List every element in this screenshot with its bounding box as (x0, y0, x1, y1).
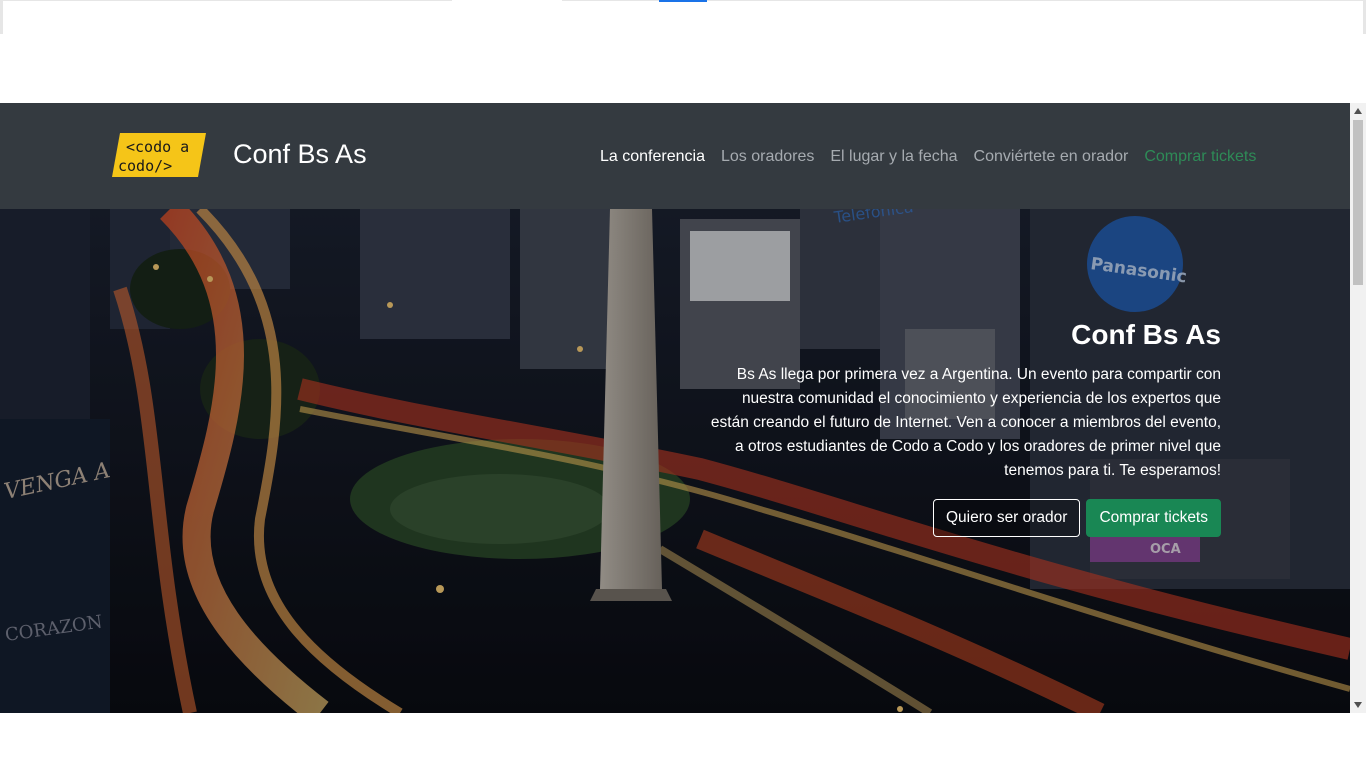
nav-link-la-conferencia[interactable]: La conferencia (592, 148, 713, 166)
brand-title[interactable]: Conf Bs As (233, 136, 367, 172)
nav-link-conviertete-en-orador[interactable]: Conviértete en orador (966, 148, 1137, 166)
hero-title: Conf Bs As (1071, 319, 1221, 350)
chevron-down-icon[interactable] (1350, 697, 1366, 713)
logo-text-bottom: codo/> (118, 157, 172, 175)
navbar: <codo a codo/> Conf Bs As La conferencia… (0, 103, 1350, 209)
nav-menu: La conferencia Los oradores El lugar y l… (592, 143, 1264, 171)
hero-section: VENGA A CORAZON Telefonica Panasonic OCA… (0, 209, 1350, 713)
page-viewport: <codo a codo/> Conf Bs As La conferencia… (0, 103, 1366, 713)
nav-link-comprar-tickets[interactable]: Comprar tickets (1136, 148, 1264, 166)
page-scrollbar[interactable] (1350, 103, 1366, 713)
window-edge-left (0, 0, 3, 34)
hero-description: Bs As llega por primera vez a Argentina.… (710, 366, 1221, 479)
speaker-button[interactable]: Quiero ser orador (932, 499, 1081, 537)
hero-buttons: Quiero ser orador Comprar tickets (701, 499, 1221, 537)
hero-content: Conf Bs As Bs As llega por primera vez a… (701, 317, 1221, 537)
nav-link-el-lugar-y-la-fecha[interactable]: El lugar y la fecha (822, 148, 965, 166)
active-tab-marker (452, 0, 562, 2)
chevron-up-icon[interactable] (1350, 103, 1366, 119)
codo-a-codo-logo[interactable]: <codo a codo/> (112, 133, 206, 177)
browser-top-strip (0, 0, 1366, 34)
logo-text-top: <codo a (126, 138, 189, 156)
buy-tickets-button[interactable]: Comprar tickets (1086, 499, 1221, 537)
nav-link-los-oradores[interactable]: Los oradores (713, 148, 822, 166)
scrollbar-thumb[interactable] (1353, 120, 1363, 285)
tab-indicator (659, 0, 707, 2)
